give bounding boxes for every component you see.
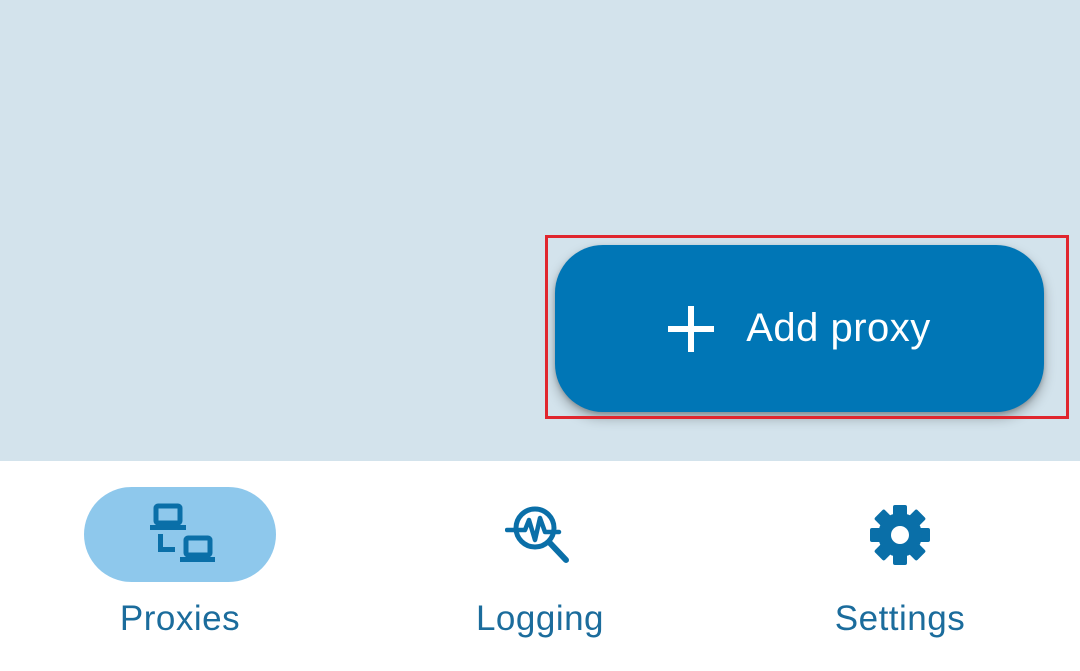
bottom-navigation: Proxies Logging Settings — [0, 461, 1080, 671]
nav-item-logging[interactable]: Logging — [360, 461, 720, 671]
active-indicator — [84, 487, 276, 582]
nav-icon-container — [444, 487, 636, 582]
nav-label-logging: Logging — [475, 599, 605, 638]
proxies-network-icon — [150, 503, 215, 562]
nav-icon-container — [804, 487, 996, 582]
add-proxy-button[interactable]: Add proxy — [555, 245, 1044, 412]
add-proxy-label: Add proxy — [746, 306, 931, 350]
gear-icon — [870, 504, 930, 565]
logging-search-icon — [505, 506, 569, 563]
app-screen: Add proxy Proxies Logging Settings — [0, 0, 1080, 671]
nav-label-proxies: Proxies — [119, 599, 241, 638]
plus-icon — [668, 305, 715, 352]
nav-item-proxies[interactable]: Proxies — [0, 461, 360, 671]
nav-item-settings[interactable]: Settings — [720, 461, 1080, 671]
nav-label-settings: Settings — [834, 599, 966, 638]
